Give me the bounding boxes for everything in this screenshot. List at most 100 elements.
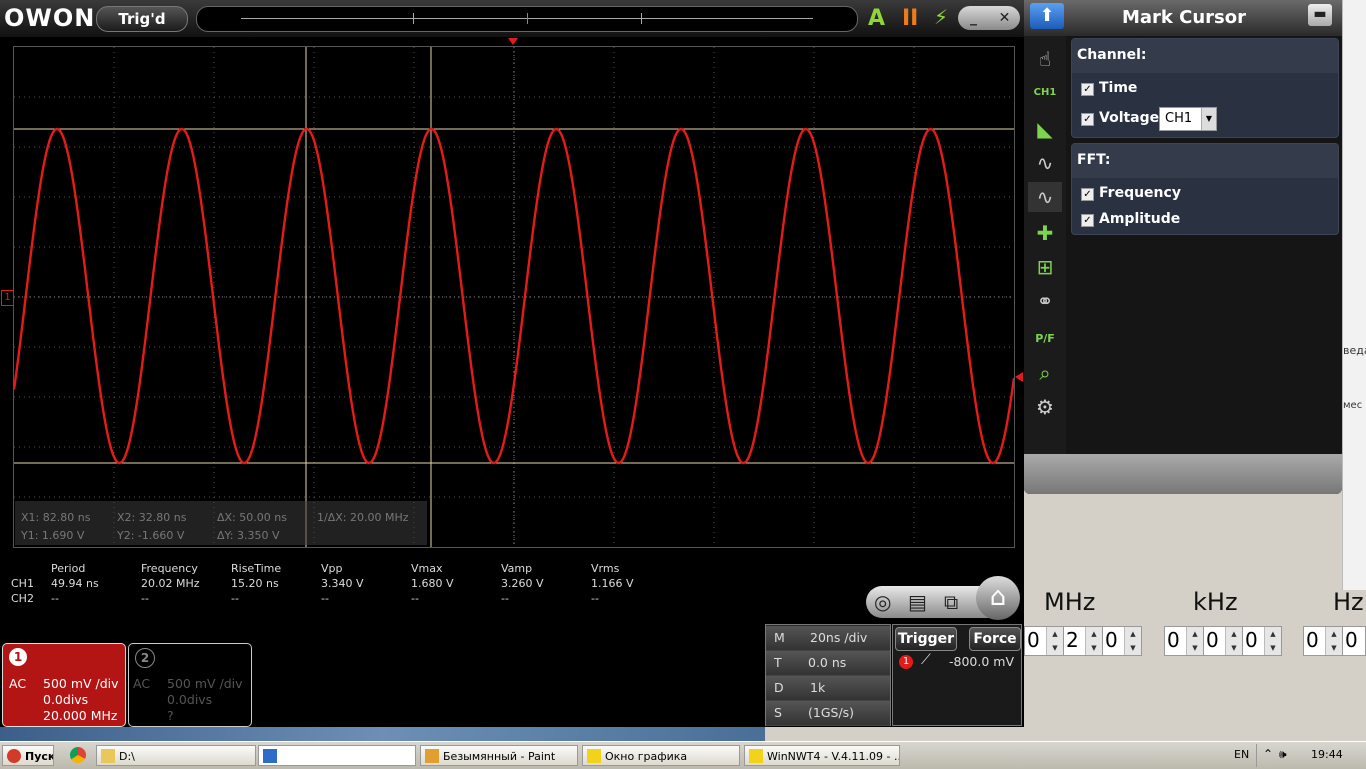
up-arrow-icon[interactable]: ⬆ — [1030, 3, 1064, 29]
pause-icon[interactable]: II — [902, 6, 918, 31]
cursor-y1: Y1: 1.690 V — [21, 529, 85, 542]
fft-heading: FFT: — [1077, 152, 1111, 168]
ch2-frequency: ? — [167, 708, 174, 723]
timebase-d-label: D — [774, 680, 784, 695]
cursor-y2: Y2: -1.660 V — [117, 529, 185, 542]
hz-digit-2[interactable]: 0 — [1342, 626, 1366, 656]
ch2-info-box[interactable]: 2 AC 500 mV /div 0.0divs ? — [128, 643, 252, 727]
ch1-info-box[interactable]: 1 AC 500 mV /div 0.0divs 20.000 MHz — [2, 643, 126, 727]
channel-heading: Channel: — [1077, 47, 1147, 63]
ch2-offset: 0.0divs — [167, 692, 213, 707]
autoscale-icon[interactable]: ◎ — [874, 590, 891, 614]
ch2-scale: 500 mV /div — [167, 676, 243, 691]
trigger-position-marker[interactable] — [508, 38, 518, 45]
timebase-s-value: (1GS/s) — [808, 705, 855, 720]
tray-expand-icon[interactable]: ⌃ — [1263, 747, 1273, 761]
meas-header-vpp: Vpp — [321, 562, 343, 575]
voltage-checkbox[interactable]: ✓ — [1081, 113, 1094, 126]
language-indicator[interactable]: EN — [1234, 748, 1249, 761]
timebase-d-row[interactable]: D 1k — [766, 676, 890, 701]
mhz-digit-3[interactable]: 0 ▲ ▼ — [1102, 626, 1142, 656]
time-checkbox[interactable]: ✓ — [1081, 83, 1094, 96]
taskbar-item-graph[interactable]: Окно графика — [582, 745, 740, 766]
ch1-coupling: AC — [9, 676, 27, 691]
cursor-readout: X1: 82.80 ns X2: 32.80 ns ΔX: 50.00 ns 1… — [15, 501, 427, 545]
mhz-digit-1[interactable]: 0 ▲ ▼ — [1024, 626, 1064, 656]
waveform-display: X1: 82.80 ns X2: 32.80 ns ΔX: 50.00 ns 1… — [13, 46, 1015, 548]
cursor-dy: ΔY: 3.350 V — [217, 529, 280, 542]
taskbar-item-app[interactable] — [258, 745, 416, 766]
meas-ch2-period: -- — [51, 592, 59, 605]
trigger-level: -800.0 mV — [949, 654, 1014, 669]
clock[interactable]: 19:44 — [1311, 748, 1343, 761]
force-button[interactable]: Force — [969, 627, 1021, 651]
close-button[interactable]: ✕ — [989, 6, 1020, 30]
khz-digit-1[interactable]: 0 ▲ ▼ — [1164, 626, 1204, 656]
timebase-t-row[interactable]: T 0.0 ns — [766, 651, 890, 676]
meas-row-label-ch2: CH2 — [11, 592, 34, 605]
start-button[interactable]: Пуск — [2, 745, 54, 766]
meas-ch2-risetime: -- — [231, 592, 239, 605]
ch1-scale: 500 mV /div — [43, 676, 119, 691]
taskbar-item-graph-label: Окно графика — [605, 750, 688, 763]
mhz-label: MHz — [1044, 588, 1096, 616]
khz-digit-3[interactable]: 0 ▲ ▼ — [1242, 626, 1282, 656]
taskbar-item-winnwt-label: WinNWT4 - V.4.11.09 - ... — [767, 750, 900, 763]
hand-pointer-icon[interactable]: ☝ — [1028, 44, 1062, 74]
meas-ch1-period: 49.94 ns — [51, 577, 99, 590]
minimize-button[interactable]: _ — [958, 6, 989, 30]
save-icon[interactable]: ▤ — [908, 590, 927, 614]
ch1-level-marker[interactable]: 1 — [1, 290, 14, 306]
measurement-table: Period Frequency RiseTime Vpp Vmax Vamp … — [0, 560, 700, 610]
frequency-label: Frequency — [1099, 185, 1181, 201]
trigger-button[interactable]: Trigger — [895, 627, 957, 651]
rising-edge-icon: ⟋ — [921, 652, 931, 668]
home-button[interactable]: ⌂ — [976, 576, 1020, 620]
app-icon — [263, 749, 277, 763]
crosshair-icon[interactable]: ✚ — [1028, 218, 1062, 248]
copy-icon[interactable]: ⧉ — [944, 590, 958, 614]
triangle-ruler-icon[interactable]: ◣ — [1028, 114, 1062, 144]
auto-icon[interactable]: A — [868, 6, 885, 31]
trigger-source-icon: 1 — [899, 655, 913, 669]
voltage-label: Voltage — [1099, 110, 1160, 126]
link-icon[interactable]: ⚭ — [1028, 286, 1062, 316]
amplitude-checkbox[interactable]: ✓ — [1081, 214, 1094, 227]
taskbar: Пуск D:\ Безымянный - Paint Окно графика… — [0, 741, 1366, 769]
fft-group: FFT: ✓ Frequency ✓ Amplitude — [1071, 143, 1339, 235]
taskbar-item-paint[interactable]: Безымянный - Paint — [420, 745, 578, 766]
trigger-level-marker[interactable] — [1015, 372, 1023, 382]
mhz-digit-2[interactable]: 2 ▲ ▼ — [1063, 626, 1103, 656]
volume-icon[interactable]: 🕪 — [1279, 747, 1287, 762]
lightning-icon[interactable]: ⚡ — [934, 5, 948, 29]
taskbar-item-winnwt[interactable]: WinNWT4 - V.4.11.09 - ... — [744, 745, 900, 766]
memory-trackbar[interactable] — [196, 6, 858, 32]
pass-fail-icon[interactable]: P/F — [1028, 324, 1062, 354]
hz-digit-1[interactable]: 0 ▲ ▼ — [1303, 626, 1343, 656]
taskbar-item-explorer[interactable]: D:\ — [96, 745, 256, 766]
fft-wave-icon[interactable]: ∿ — [1028, 182, 1062, 212]
timebase-box[interactable]: M 20ns /div T 0.0 ns D 1k S (1GS/s) — [765, 624, 891, 726]
background-window: веда мес — [1342, 0, 1366, 590]
collapse-button[interactable]: ▬ — [1308, 4, 1332, 26]
zoom-icon[interactable]: ⌕ — [1028, 358, 1062, 388]
ch1-icon[interactable]: CH1 — [1028, 78, 1062, 108]
timebase-s-row[interactable]: S (1GS/s) — [766, 701, 890, 726]
taskbar-item-paint-label: Безымянный - Paint — [443, 750, 556, 763]
chevron-down-icon[interactable]: ▼ — [1201, 108, 1216, 130]
waveform-graticule — [14, 47, 1014, 547]
ch1-number-icon: 1 — [9, 648, 27, 666]
frequency-checkbox[interactable]: ✓ — [1081, 188, 1094, 201]
calculator-icon[interactable]: ⊞ — [1028, 252, 1062, 282]
meas-header-vamp: Vamp — [501, 562, 533, 575]
time-label: Time — [1099, 80, 1138, 96]
settings-gear-icon[interactable]: ⚙ — [1028, 392, 1062, 422]
meas-row-label-ch1: CH1 — [11, 577, 34, 590]
timebase-m-row[interactable]: M 20ns /div — [766, 626, 890, 651]
timebase-t-value: 0.0 ns — [808, 655, 847, 670]
voltage-channel-select[interactable]: CH1 ▼ — [1159, 107, 1217, 131]
wave-icon[interactable]: ∿ — [1028, 148, 1062, 178]
meas-ch1-vmax: 1.680 V — [411, 577, 454, 590]
khz-digit-2[interactable]: 0 ▲ ▼ — [1203, 626, 1243, 656]
chrome-icon[interactable] — [70, 747, 86, 763]
